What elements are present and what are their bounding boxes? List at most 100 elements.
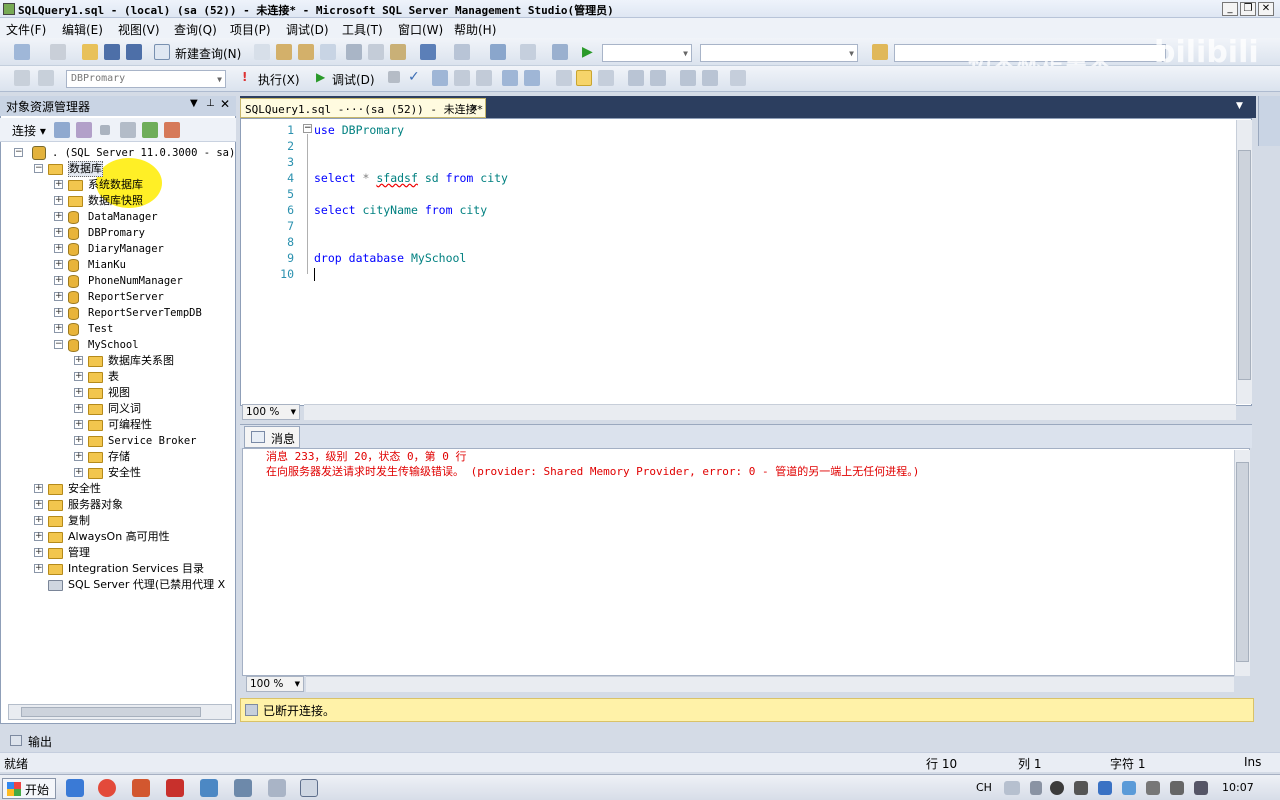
tree-node[interactable]: DBPromary	[88, 225, 145, 241]
include-plan-icon[interactable]	[524, 70, 540, 86]
tree-expander[interactable]: +	[74, 452, 83, 461]
connect-icon[interactable]	[14, 70, 30, 86]
pane-close-icon[interactable]: ✕	[220, 97, 230, 111]
database-combo[interactable]: DBPromary ▼	[66, 70, 226, 88]
messages-hscrollbar[interactable]	[306, 676, 1234, 692]
oe-hscrollbar[interactable]	[8, 704, 232, 720]
tree-expander[interactable]: +	[54, 196, 63, 205]
save-all-icon[interactable]	[126, 44, 142, 60]
connect-dropdown[interactable]: 连接 ▾	[12, 122, 46, 139]
client-stats-icon[interactable]	[556, 70, 572, 86]
ie-icon[interactable]	[66, 779, 84, 797]
editor-zoom-combo[interactable]: 100 % ▼	[242, 404, 300, 420]
tree-node[interactable]: DiaryManager	[88, 241, 164, 257]
tree-expander[interactable]: +	[34, 484, 43, 493]
platform-combo[interactable]: ▼	[700, 44, 858, 62]
tree-expander[interactable]: +	[34, 516, 43, 525]
explorer-icon[interactable]	[234, 779, 252, 797]
tree-expander[interactable]: +	[34, 548, 43, 557]
save-icon[interactable]	[104, 44, 120, 60]
tree-expander[interactable]: +	[54, 244, 63, 253]
properties-side-tab[interactable]	[1258, 96, 1280, 146]
tree-expander[interactable]: +	[74, 436, 83, 445]
filter-icon[interactable]	[120, 122, 136, 138]
network-icon[interactable]	[1194, 781, 1208, 795]
menu-debug[interactable]: 调试(D)	[286, 21, 329, 38]
tree-expander[interactable]: +	[54, 276, 63, 285]
tree-node[interactable]: 数据库关系图	[108, 353, 174, 369]
tab-list-icon[interactable]: ▼	[1236, 101, 1243, 111]
minimize-button[interactable]: _	[1222, 2, 1238, 16]
input-lang[interactable]: CH	[976, 781, 992, 794]
tree-node[interactable]: 数据库	[68, 161, 103, 177]
tree-node[interactable]: DataManager	[88, 209, 158, 225]
recorder-icon[interactable]	[166, 779, 184, 797]
activity-monitor-icon[interactable]	[164, 122, 180, 138]
tree-expander[interactable]: +	[54, 180, 63, 189]
increase-indent-icon[interactable]	[702, 70, 718, 86]
network-tray-icon[interactable]	[1074, 781, 1088, 795]
redo-icon[interactable]	[454, 44, 470, 60]
paste-icon[interactable]	[390, 44, 406, 60]
tree-node[interactable]: 安全性	[68, 481, 101, 497]
tree-expander[interactable]: +	[54, 308, 63, 317]
outline-collapse-icon[interactable]: −	[303, 124, 312, 133]
tree-node[interactable]: Integration Services 目录	[68, 561, 204, 577]
weather-icon[interactable]	[1122, 781, 1136, 795]
comment-icon[interactable]	[628, 70, 644, 86]
copy-icon[interactable]	[368, 44, 384, 60]
intellisense-icon[interactable]	[502, 70, 518, 86]
execute-icon[interactable]: !	[242, 70, 247, 84]
pane-dropdown-icon[interactable]: ▼	[190, 98, 198, 109]
output-tab[interactable]: 输出	[0, 730, 80, 750]
tray-arrow-icon[interactable]	[1030, 781, 1042, 795]
db-engine-query-icon[interactable]	[254, 44, 270, 60]
volume-icon[interactable]	[1170, 781, 1184, 795]
keyboard-icon[interactable]	[1004, 781, 1020, 795]
server-expander[interactable]: −	[14, 148, 23, 157]
security-icon[interactable]	[1098, 781, 1112, 795]
debug-button[interactable]: 调试(D)	[332, 71, 375, 88]
tab-messages[interactable]: 消息	[244, 426, 300, 448]
menu-file[interactable]: 文件(F)	[6, 21, 46, 38]
tree-expander[interactable]: +	[34, 500, 43, 509]
tree-node[interactable]: 系统数据库	[88, 177, 143, 193]
results-to-grid-icon[interactable]	[576, 70, 592, 86]
tree-expander[interactable]: +	[54, 212, 63, 221]
tree-expander[interactable]: +	[74, 468, 83, 477]
add-item-icon[interactable]	[50, 44, 66, 60]
oe-hscroll-thumb[interactable]	[21, 707, 201, 717]
menu-edit[interactable]: 编辑(E)	[62, 21, 103, 38]
menu-help[interactable]: 帮助(H)	[454, 21, 496, 38]
tree-node[interactable]: 数据库快照	[88, 193, 143, 209]
tree-node[interactable]: ReportServerTempDB	[88, 305, 202, 321]
start-button[interactable]: 开始	[2, 778, 56, 799]
tree-node[interactable]: 服务器对象	[68, 497, 123, 513]
disconnect-icon[interactable]	[76, 122, 92, 138]
parse-icon[interactable]: ✓	[408, 69, 420, 85]
menu-project[interactable]: 项目(P)	[230, 21, 271, 38]
device-icon[interactable]	[1146, 781, 1160, 795]
tree-node[interactable]: MianKu	[88, 257, 126, 273]
remote-desktop-icon[interactable]	[200, 779, 218, 797]
messages-pane[interactable]	[242, 448, 1250, 676]
new-query-button[interactable]: 新建查询(N)	[175, 45, 241, 62]
connect-oe-icon[interactable]	[54, 122, 70, 138]
menu-tools[interactable]: 工具(T)	[342, 21, 383, 38]
debug-play-icon[interactable]: ▶	[316, 70, 325, 84]
tree-expander[interactable]: +	[54, 292, 63, 301]
tree-node[interactable]: 视图	[108, 385, 130, 401]
tree-expander[interactable]: +	[74, 404, 83, 413]
specify-values-icon[interactable]	[730, 70, 746, 86]
solution-icon[interactable]	[552, 44, 568, 60]
tree-node[interactable]: MySchool	[88, 337, 139, 353]
decrease-indent-icon[interactable]	[680, 70, 696, 86]
ssms-taskbar-icon[interactable]	[300, 779, 318, 797]
tree-node[interactable]: 复制	[68, 513, 90, 529]
analysis-mdx-icon[interactable]	[276, 44, 292, 60]
display-plan-icon[interactable]	[432, 70, 448, 86]
navigate-icon[interactable]	[490, 44, 506, 60]
tree-node[interactable]: ReportServer	[88, 289, 164, 305]
results-to-file-icon[interactable]	[598, 70, 614, 86]
editor-vscroll-thumb[interactable]	[1238, 150, 1251, 380]
